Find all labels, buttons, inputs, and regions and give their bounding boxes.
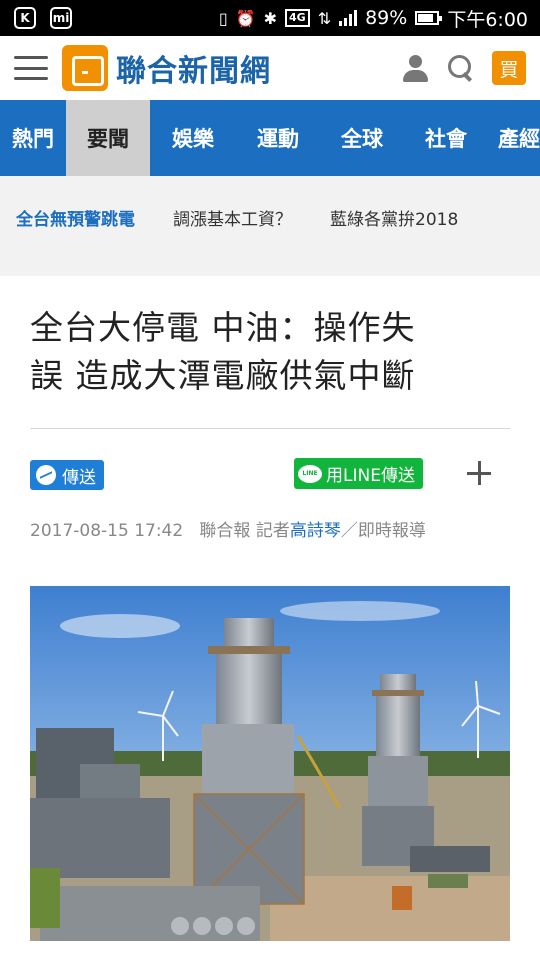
buy-button[interactable]: 買	[492, 51, 526, 85]
search-icon[interactable]	[446, 53, 476, 83]
reporter-link[interactable]: 高詩琴	[290, 521, 341, 541]
vibrate-icon: ▯	[218, 8, 228, 28]
app-notification-icon-2: mi	[50, 7, 72, 29]
category-tab-global[interactable]: 全球	[320, 100, 404, 176]
category-tab-business[interactable]: 產經	[488, 100, 540, 176]
menu-icon[interactable]	[14, 56, 48, 80]
article-source: 聯合報 記者	[199, 521, 290, 541]
topic-blackout[interactable]: 全台無預警跳電	[16, 205, 135, 230]
bluetooth-icon: ✱	[263, 8, 277, 28]
app-header: 聯合新聞網 買	[0, 36, 540, 100]
article-datetime: 2017-08-15 17:42	[30, 521, 184, 541]
topic-minimum-wage[interactable]: 調漲基本工資？	[173, 205, 292, 230]
plus-icon[interactable]	[466, 460, 492, 486]
messenger-share-label: 傳送	[62, 467, 96, 488]
byline-suffix: ／即時報導	[340, 521, 426, 541]
line-share-button[interactable]: LINE 用LINE傳送	[294, 458, 423, 489]
user-icon[interactable]	[400, 53, 430, 83]
clock: 下午6:00	[447, 8, 528, 31]
divider	[30, 428, 510, 429]
data-arrows-icon: ⇅	[317, 8, 332, 28]
alarm-icon: ⏰	[235, 8, 256, 28]
messenger-icon	[36, 465, 56, 485]
udn-logo-icon[interactable]	[62, 45, 108, 91]
signal-icon	[339, 10, 358, 26]
status-bar: K mi ▯ ⏰ ✱ 4G ⇅ 89% 下午6:00	[0, 0, 540, 36]
article-meta: 2017-08-15 17:42 聯合報 記者高詩琴／即時報導	[30, 516, 510, 541]
topic-election-2018[interactable]: 藍綠各黨拚2018	[330, 205, 458, 230]
network-type: 4G	[285, 9, 310, 27]
power-plant-photo	[30, 586, 510, 941]
line-share-label: 用LINE傳送	[326, 466, 415, 486]
category-tab-headlines[interactable]: 要聞	[66, 100, 150, 176]
messenger-share-button[interactable]: 傳送	[30, 460, 104, 490]
headline-line-2: 誤 造成大潭電廠供氣中斷	[30, 356, 416, 395]
app-notification-icon: K	[14, 7, 36, 29]
line-icon: LINE	[298, 464, 322, 483]
category-tab-society[interactable]: 社會	[404, 100, 488, 176]
category-tab-entertainment[interactable]: 娛樂	[150, 100, 236, 176]
share-row: 傳送 LINE 用LINE傳送	[30, 458, 510, 492]
category-tab-hot[interactable]: 熱門	[0, 100, 66, 176]
category-tab-sports[interactable]: 運動	[236, 100, 320, 176]
battery-icon	[415, 11, 443, 25]
article-photo[interactable]	[30, 586, 510, 941]
topic-bar: 全台無預警跳電 調漲基本工資？ 藍綠各黨拚2018	[0, 176, 540, 276]
article-headline: 全台大停電 中油：操作失 誤 造成大潭電廠供氣中斷	[30, 304, 520, 400]
battery-percent: 89%	[365, 7, 408, 29]
bottom-spacer	[0, 942, 540, 960]
site-name[interactable]: 聯合新聞網	[116, 46, 271, 90]
category-nav: 熱門 要聞 娛樂 運動 全球 社會 產經	[0, 100, 540, 176]
headline-line-1: 全台大停電 中油：操作失	[30, 308, 416, 347]
